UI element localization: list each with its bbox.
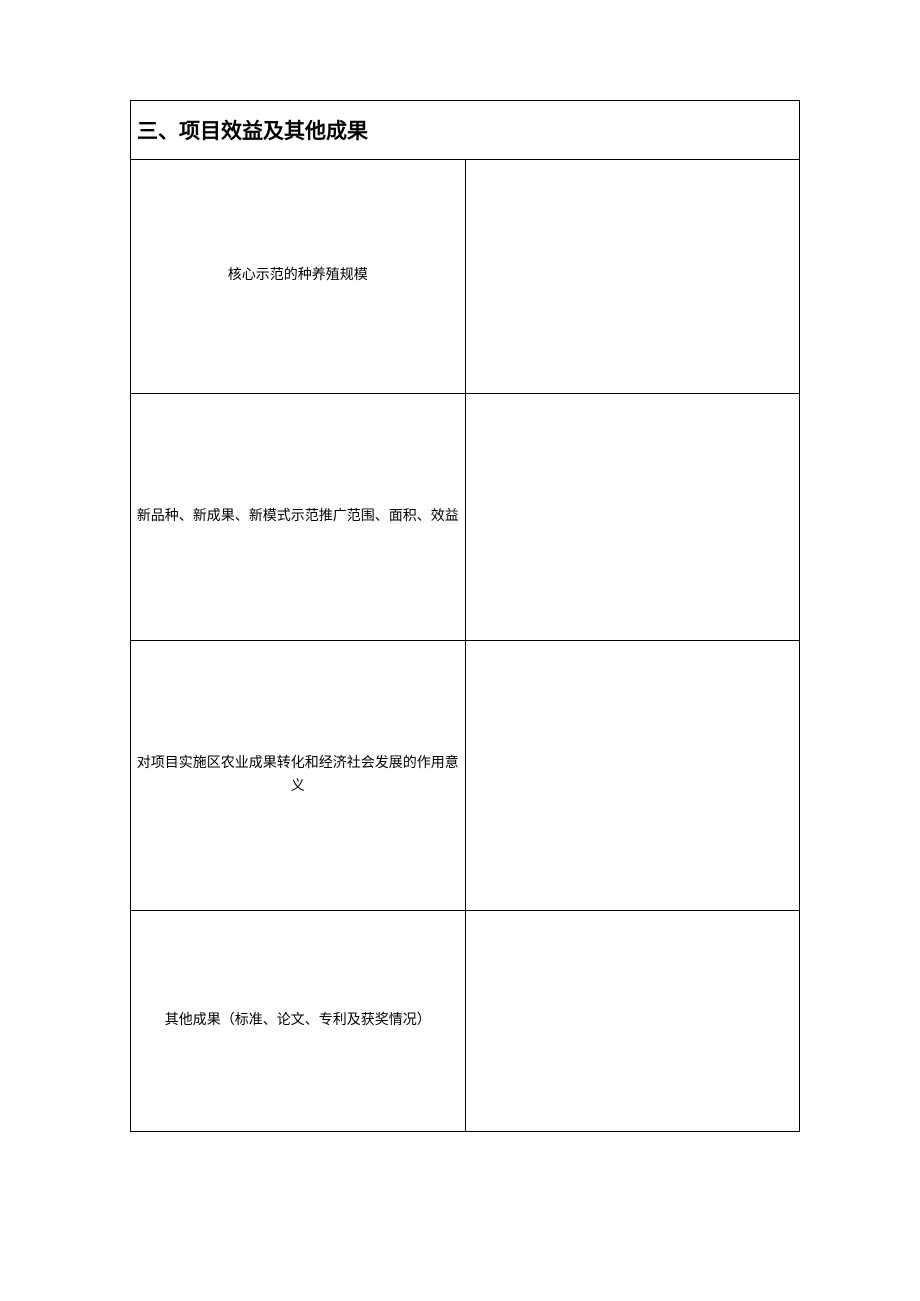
row-content-core-demo-scale[interactable]: [465, 160, 800, 394]
row-content-promotion-scope[interactable]: [465, 394, 800, 641]
row-content-significance[interactable]: [465, 641, 800, 911]
table-row: 新品种、新成果、新模式示范推广范围、面积、效益: [131, 394, 800, 641]
table-row: 对项目实施区农业成果转化和经济社会发展的作用意义: [131, 641, 800, 911]
section-header-row: 三、项目效益及其他成果: [131, 101, 800, 160]
row-content-other-results[interactable]: [465, 911, 800, 1132]
project-benefits-table: 三、项目效益及其他成果 核心示范的种养殖规模 新品种、新成果、新模式示范推广范围…: [130, 100, 800, 1132]
section-header-cell: 三、项目效益及其他成果: [131, 101, 800, 160]
section-title: 三、项目效益及其他成果: [137, 120, 368, 143]
row-label-promotion-scope: 新品种、新成果、新模式示范推广范围、面积、效益: [131, 394, 466, 641]
table-row: 其他成果（标准、论文、专利及获奖情况）: [131, 911, 800, 1132]
row-label-core-demo-scale: 核心示范的种养殖规模: [131, 160, 466, 394]
table-row: 核心示范的种养殖规模: [131, 160, 800, 394]
row-label-other-results: 其他成果（标准、论文、专利及获奖情况）: [131, 911, 466, 1132]
row-label-significance: 对项目实施区农业成果转化和经济社会发展的作用意义: [131, 641, 466, 911]
